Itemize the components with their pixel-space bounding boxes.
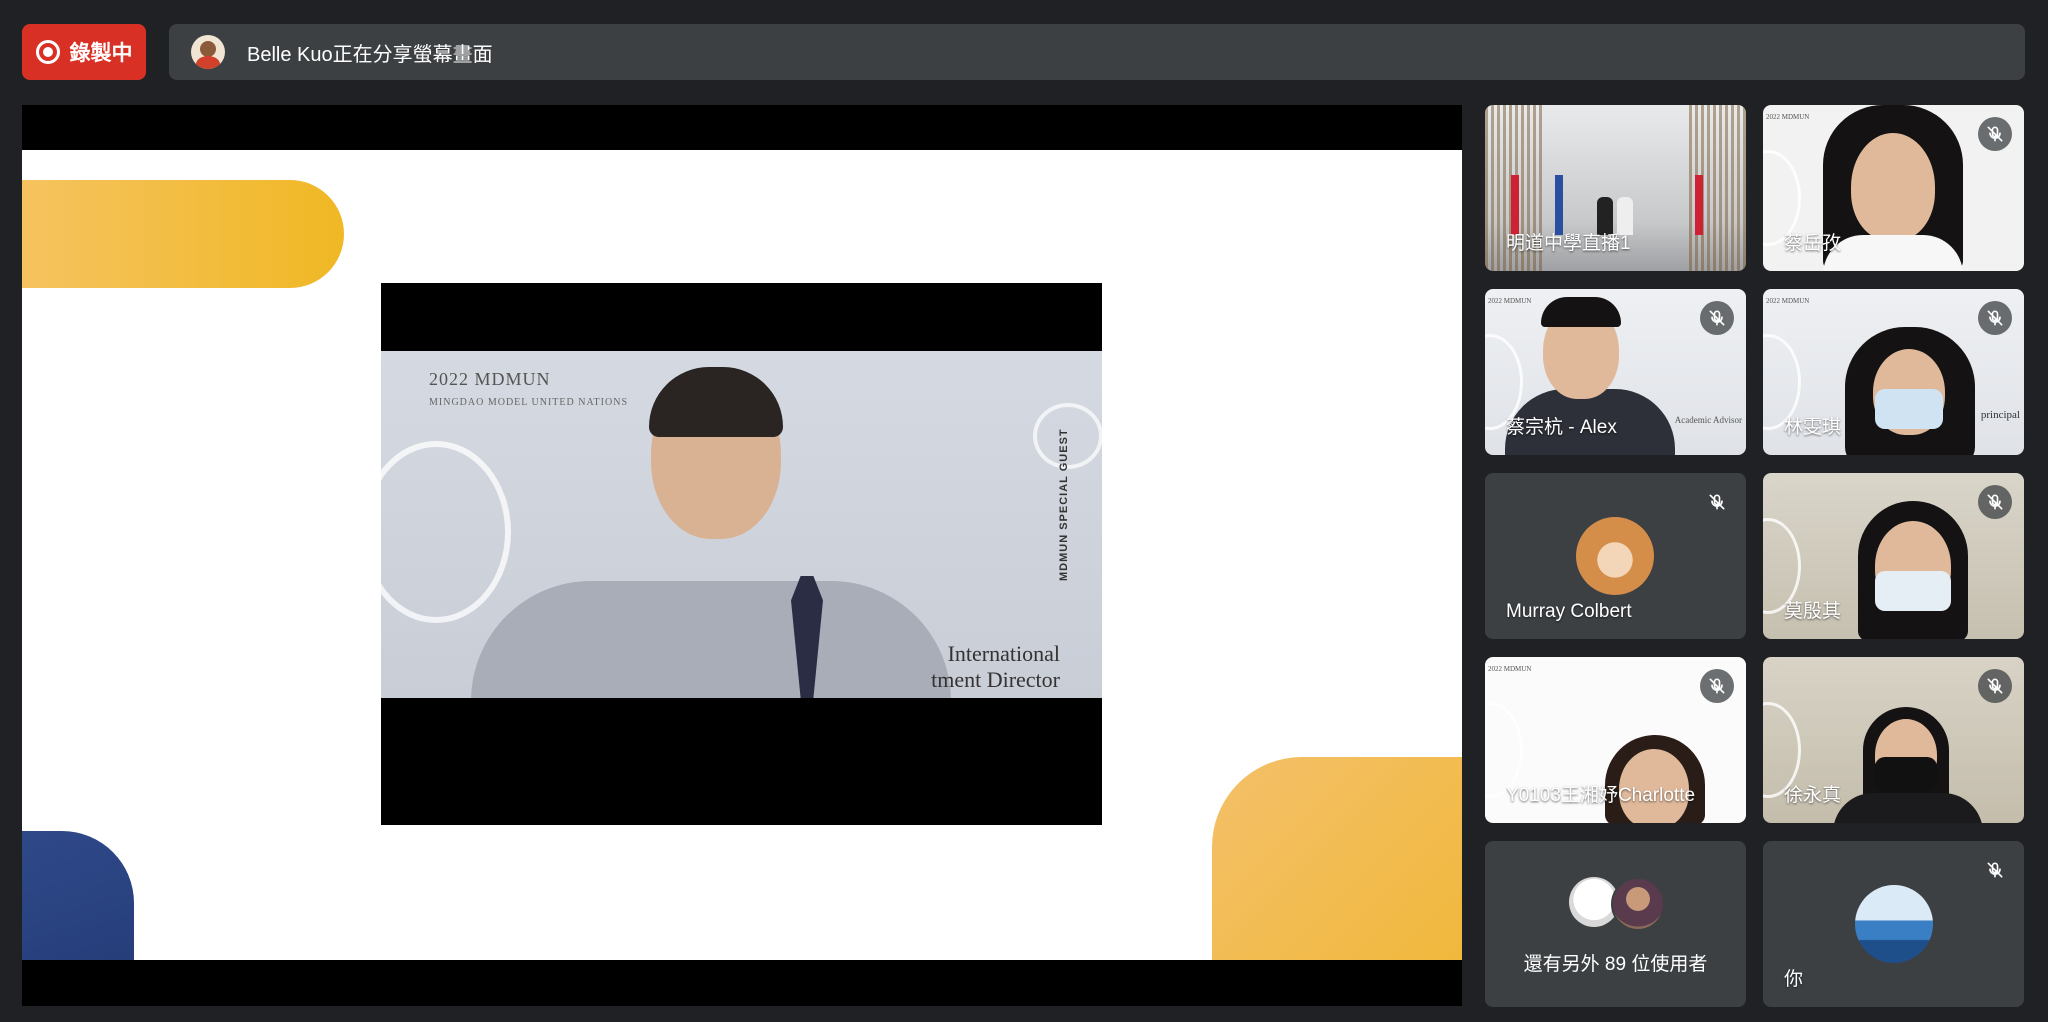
background-label: 2022 MDMUN	[1488, 665, 1532, 673]
participant-name: 你	[1784, 969, 1804, 990]
participant-tile[interactable]: 莫殷其	[1763, 473, 2024, 639]
participant-tile[interactable]: 徐永真	[1763, 657, 2024, 823]
participant-hair	[1541, 297, 1621, 327]
participant-name: 莫殷其	[1784, 601, 1842, 622]
slide-decoration-top-left	[22, 180, 344, 288]
video-vertical-text: MDMUN SPECIAL GUEST	[1058, 428, 1070, 581]
mic-off-icon	[1978, 853, 2012, 887]
participant-tile[interactable]: 2022 MDMUN 蔡岳孜	[1763, 105, 2024, 271]
background-caption: Academic Advisor	[1674, 415, 1742, 425]
participant-tile[interactable]: 2022 MDMUN Y0103王湘妤Charlotte	[1485, 657, 1746, 823]
mic-off-icon	[1700, 485, 1734, 519]
speaker-figure	[471, 367, 951, 698]
self-avatar	[1855, 885, 1933, 963]
participant-body	[1823, 235, 1963, 271]
slide-decoration-bottom-left	[22, 831, 134, 960]
face-mask	[1875, 389, 1943, 429]
record-icon	[35, 40, 60, 64]
participant-name: Y0103王湘妤Charlotte	[1506, 785, 1696, 806]
mic-off-icon	[1700, 301, 1734, 335]
participant-name: 徐永真	[1784, 785, 1842, 806]
participant-face	[1851, 133, 1935, 241]
participant-tile[interactable]: 明道中學直播1	[1485, 105, 1746, 271]
background-label: 2022 MDMUN	[1766, 113, 1810, 121]
self-tile[interactable]: 你	[1763, 841, 2024, 1007]
embedded-video[interactable]: 2022 MDMUN MINGDAO MODEL UNITED NATIONS …	[381, 283, 1102, 825]
slide-decoration-bottom-right	[1212, 757, 1462, 960]
un-emblem-icon	[381, 441, 511, 623]
flag	[1695, 175, 1703, 235]
participant-tile[interactable]: 2022 MDMUN principal 林雯琪	[1763, 289, 2024, 455]
others-count-label: 還有另外 89 位使用者	[1523, 954, 1708, 975]
video-caption-line1: International	[947, 641, 1060, 666]
video-title: 2022 MDMUN	[429, 369, 551, 389]
recording-label: 錄製中	[69, 42, 133, 65]
shared-slide: 2022 MDMUN MINGDAO MODEL UNITED NATIONS …	[22, 150, 1462, 960]
background-caption: principal	[1980, 409, 2020, 421]
face-mask	[1875, 757, 1937, 791]
background-label: 2022 MDMUN	[1488, 297, 1532, 305]
presenter-avatar	[191, 35, 225, 69]
participant-name: 林雯琪	[1784, 417, 1842, 438]
participant-name: Murray Colbert	[1506, 601, 1632, 622]
participant-body	[1833, 793, 1983, 823]
screen-share-text: Belle Kuo正在分享螢幕畫面	[247, 43, 493, 66]
screen-share-banner: Belle Kuo正在分享螢幕畫面	[169, 24, 2025, 80]
flag	[1511, 175, 1519, 235]
participant-name: 蔡岳孜	[1784, 233, 1842, 254]
video-subtitle: MINGDAO MODEL UNITED NATIONS	[429, 397, 629, 408]
cat-avatar	[1576, 517, 1654, 595]
mic-off-icon	[1700, 669, 1734, 703]
video-frame: 2022 MDMUN MINGDAO MODEL UNITED NATIONS …	[381, 351, 1102, 698]
others-tile[interactable]: 還有另外 89 位使用者	[1485, 841, 1746, 1007]
participant-name: 蔡宗杭 - Alex	[1506, 417, 1617, 438]
participant-name: 明道中學直播1	[1506, 233, 1631, 254]
flag	[1555, 175, 1563, 235]
presentation-area[interactable]: 2022 MDMUN MINGDAO MODEL UNITED NATIONS …	[22, 105, 1462, 1006]
recording-indicator[interactable]: 錄製中	[22, 24, 146, 80]
mic-off-icon	[1978, 669, 2012, 703]
mic-off-icon	[1978, 117, 2012, 151]
background-label: 2022 MDMUN	[1766, 297, 1810, 305]
video-caption-line2: tment Director	[931, 667, 1060, 692]
participant-tile[interactable]: 2022 MDMUN Academic Advisor 蔡宗杭 - Alex	[1485, 289, 1746, 455]
face-mask	[1875, 571, 1951, 611]
mic-off-icon	[1978, 301, 2012, 335]
user-avatar	[1611, 877, 1665, 931]
mic-off-icon	[1978, 485, 2012, 519]
participant-tile[interactable]: Murray Colbert	[1485, 473, 1746, 639]
